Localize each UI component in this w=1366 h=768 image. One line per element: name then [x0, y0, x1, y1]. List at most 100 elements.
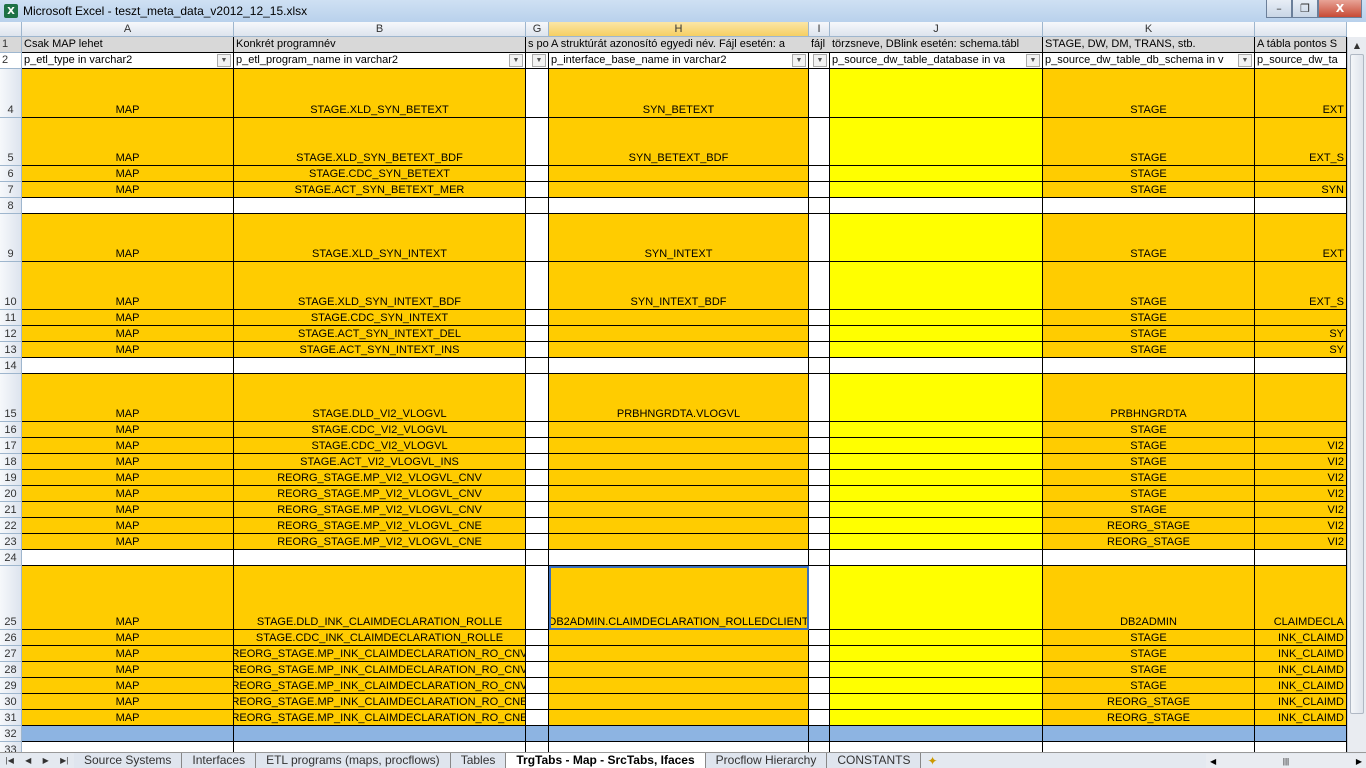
description-cell[interactable]: A tábla pontos S [1255, 37, 1347, 53]
cell-G[interactable] [526, 182, 549, 198]
cell-L[interactable] [1255, 374, 1347, 422]
cell-B[interactable]: REORG_STAGE.MP_VI2_VLOGVL_CNE [234, 518, 526, 534]
cell-G[interactable] [526, 326, 549, 342]
cell-G[interactable] [526, 726, 549, 742]
cell-L[interactable]: EXT [1255, 69, 1347, 118]
cell-A[interactable]: MAP [22, 534, 234, 550]
description-cell[interactable]: Konkrét programnév [234, 37, 526, 53]
cell-K[interactable]: STAGE [1043, 678, 1255, 694]
cell-H[interactable] [549, 630, 809, 646]
cell-A[interactable]: MAP [22, 438, 234, 454]
cell-L[interactable]: VI2 [1255, 502, 1347, 518]
cell-J[interactable] [830, 486, 1043, 502]
row-header[interactable]: 23 [0, 534, 22, 550]
spreadsheet-grid[interactable]: A B G H I J K 1 Csak MAP lehet Konkrét programnév… [0, 22, 1347, 752]
cell-L[interactable]: VI2 [1255, 518, 1347, 534]
cell-B[interactable]: STAGE.XLD_SYN_INTEXT_BDF [234, 262, 526, 310]
cell-A[interactable]: MAP [22, 630, 234, 646]
cell-I[interactable] [809, 438, 830, 454]
cell-G[interactable] [526, 486, 549, 502]
filter-cell[interactable]: p_etl_type in varchar2 ▼ [22, 53, 234, 69]
cell-J[interactable] [830, 470, 1043, 486]
cell-H[interactable] [549, 310, 809, 326]
filter-dropdown-icon[interactable]: ▼ [1238, 53, 1252, 67]
cell-G[interactable] [526, 710, 549, 726]
sheet-tab[interactable]: ETL programs (maps, procflows) [256, 753, 451, 768]
cell-B[interactable]: REORG_STAGE.MP_INK_CLAIMDECLARATION_RO_C… [234, 710, 526, 726]
cell-G[interactable] [526, 534, 549, 550]
cell-B[interactable]: REORG_STAGE.MP_INK_CLAIMDECLARATION_RO_C… [234, 662, 526, 678]
cell-H[interactable]: SYN_BETEXT_BDF [549, 118, 809, 166]
cell-L[interactable] [1255, 310, 1347, 326]
cell-K[interactable]: STAGE [1043, 262, 1255, 310]
cell-H[interactable] [549, 166, 809, 182]
next-sheet-icon[interactable]: ▶ [43, 756, 49, 765]
cell-I[interactable] [809, 726, 830, 742]
cell-G[interactable] [526, 502, 549, 518]
close-button[interactable]: X [1318, 0, 1362, 18]
cell-J[interactable] [830, 454, 1043, 470]
row-header[interactable]: 1 [0, 37, 22, 53]
cell-J[interactable] [830, 726, 1043, 742]
row-header[interactable]: 19 [0, 470, 22, 486]
cell-K[interactable]: REORG_STAGE [1043, 518, 1255, 534]
cell-I[interactable] [809, 182, 830, 198]
row-header[interactable]: 33 [0, 742, 22, 752]
cell-J[interactable] [830, 518, 1043, 534]
cell-K[interactable] [1043, 198, 1255, 214]
cell-H[interactable] [549, 422, 809, 438]
cell-G[interactable] [526, 566, 549, 630]
cell-L[interactable] [1255, 198, 1347, 214]
cell-K[interactable]: STAGE [1043, 422, 1255, 438]
cell-B[interactable]: REORG_STAGE.MP_INK_CLAIMDECLARATION_RO_C… [234, 678, 526, 694]
cell-K[interactable]: STAGE [1043, 166, 1255, 182]
cell-K[interactable] [1043, 726, 1255, 742]
column-header-K[interactable]: K [1043, 22, 1255, 37]
filter-cell[interactable]: ▼ [809, 53, 830, 69]
cell-J[interactable] [830, 646, 1043, 662]
cell-B[interactable]: STAGE.XLD_SYN_BETEXT_BDF [234, 118, 526, 166]
cell-G[interactable] [526, 694, 549, 710]
cell-H[interactable] [549, 454, 809, 470]
cell-B[interactable]: STAGE.CDC_INK_CLAIMDECLARATION_ROLLE [234, 630, 526, 646]
cell-B[interactable]: STAGE.ACT_SYN_INTEXT_DEL [234, 326, 526, 342]
cell-A[interactable]: MAP [22, 710, 234, 726]
cell-H[interactable] [549, 646, 809, 662]
cell-H[interactable] [549, 534, 809, 550]
row-header[interactable]: 5 [0, 118, 22, 166]
cell-G[interactable] [526, 198, 549, 214]
cell-K[interactable]: STAGE [1043, 438, 1255, 454]
row-header[interactable]: 9 [0, 214, 22, 262]
cell-A[interactable]: MAP [22, 566, 234, 630]
row-header[interactable]: 17 [0, 438, 22, 454]
cell-B[interactable]: REORG_STAGE.MP_VI2_VLOGVL_CNE [234, 534, 526, 550]
cell-B[interactable]: REORG_STAGE.MP_INK_CLAIMDECLARATION_RO_C… [234, 694, 526, 710]
cell-A[interactable]: MAP [22, 502, 234, 518]
row-header[interactable]: 30 [0, 694, 22, 710]
cell-H[interactable]: PRBHNGRDTA.VLOGVL [549, 374, 809, 422]
cell-G[interactable] [526, 422, 549, 438]
cell-L[interactable]: INK_CLAIMD [1255, 630, 1347, 646]
description-cell[interactable]: törzsneve, DBlink esetén: schema.tábl [830, 37, 1043, 53]
cell-K[interactable]: STAGE [1043, 486, 1255, 502]
cell-I[interactable] [809, 310, 830, 326]
cell-J[interactable] [830, 310, 1043, 326]
cell-K[interactable]: DB2ADMIN [1043, 566, 1255, 630]
cell-L[interactable]: EXT_S [1255, 262, 1347, 310]
cell-H[interactable]: SYN_INTEXT [549, 214, 809, 262]
cell-H[interactable] [549, 182, 809, 198]
cell-G[interactable] [526, 166, 549, 182]
cell-A[interactable]: MAP [22, 326, 234, 342]
cell-K[interactable]: STAGE [1043, 118, 1255, 166]
row-header[interactable]: 6 [0, 166, 22, 182]
cell-B[interactable]: STAGE.ACT_SYN_BETEXT_MER [234, 182, 526, 198]
cell-L[interactable]: INK_CLAIMD [1255, 710, 1347, 726]
cell-H[interactable] [549, 550, 809, 566]
row-header[interactable]: 24 [0, 550, 22, 566]
cell-G[interactable] [526, 518, 549, 534]
cell-G[interactable] [526, 470, 549, 486]
horizontal-scrollbar[interactable]: ◀ ||| ▶ [1206, 754, 1366, 768]
cell-J[interactable] [830, 342, 1043, 358]
row-header[interactable]: 31 [0, 710, 22, 726]
cell-I[interactable] [809, 198, 830, 214]
